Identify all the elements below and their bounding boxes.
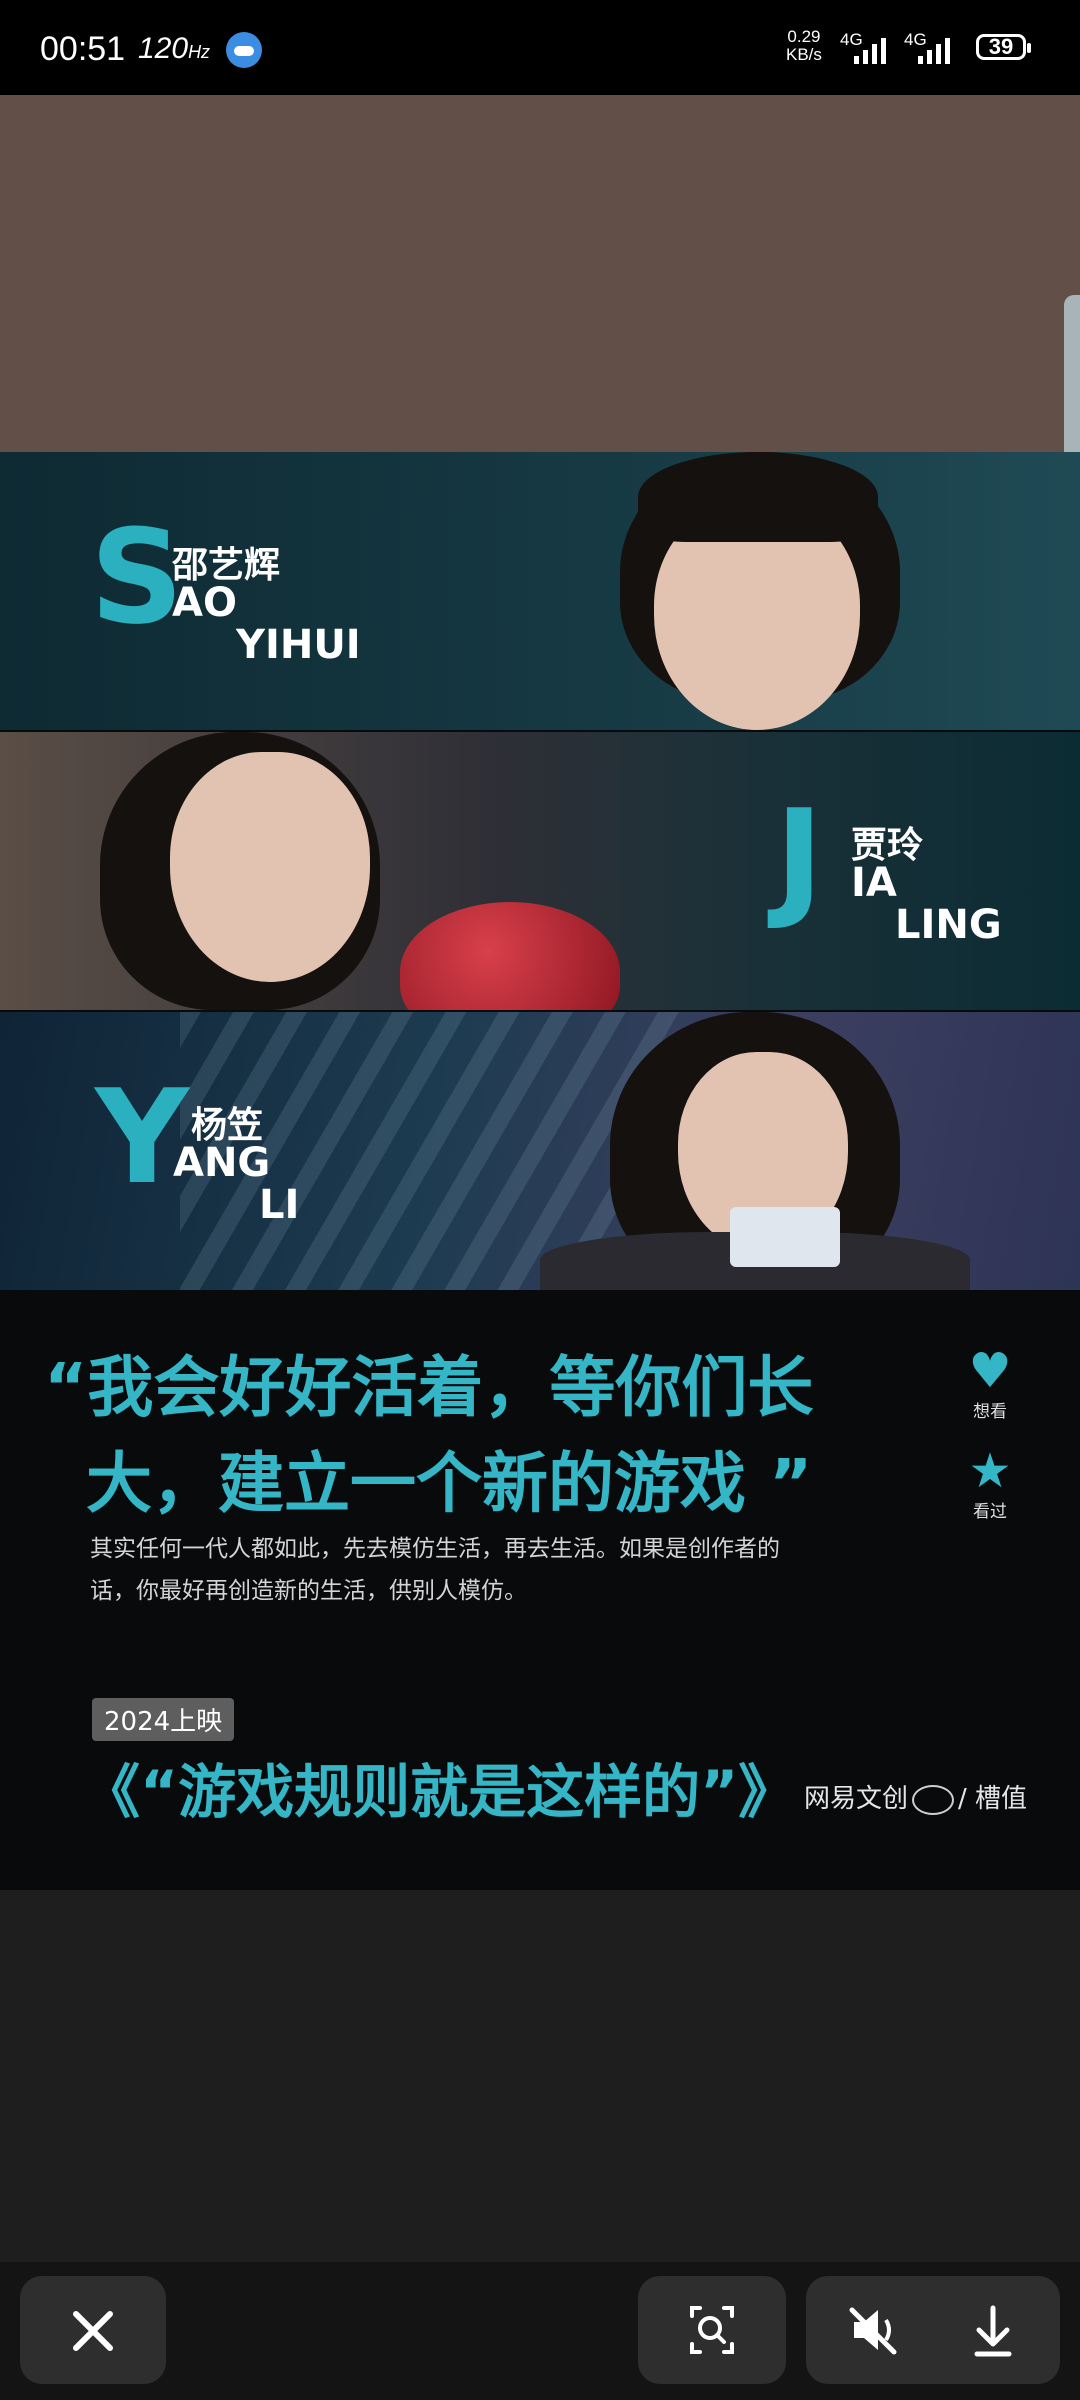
microphone	[730, 1207, 840, 1267]
battery-icon: 39	[976, 34, 1031, 60]
producer-logo: 网易文创 / 槽值	[804, 1778, 1027, 1815]
quote-line-2: 大，建立一个新的游戏 ”	[86, 1445, 813, 1522]
refresh-rate: 120Hz	[138, 32, 210, 66]
weather-cloud-icon	[226, 32, 262, 68]
name-line-1: IA	[851, 860, 897, 906]
movie-title: 《“游戏规则就是这样的”》	[82, 1758, 797, 1826]
netease-ring-icon	[912, 1784, 955, 1815]
poster-image: S 邵艺辉 AO YIHUI J 贾玲 IA LING Y 杨笠 ANG LI	[0, 452, 1080, 1890]
producer-left: 网易文创	[804, 1784, 909, 1814]
close-button[interactable]	[20, 2276, 166, 2384]
quote-description: 其实任何一代人都如此，先去模仿生活，再去生活。如果是创作者的 话，你最好再创造新…	[90, 1528, 890, 1612]
quote-line-1: “我会好好活着，等你们长	[44, 1349, 814, 1426]
watched-label: 看过	[973, 1502, 1007, 1522]
image-search-button[interactable]	[638, 2276, 786, 2384]
person-panel-3: Y 杨笠 ANG LI	[0, 1012, 1080, 1290]
watched-button[interactable]: ★ 看过	[960, 1445, 1020, 1522]
star-icon: ★	[968, 1443, 1012, 1499]
producer-separator: /	[958, 1784, 967, 1814]
network-speed-value: 0.29	[787, 27, 821, 46]
boxing-glove	[400, 902, 620, 1010]
name-line-1: ANG	[173, 1140, 271, 1186]
close-icon	[73, 2311, 113, 2351]
edge-panel-handle[interactable]	[1064, 295, 1080, 465]
release-badge: 2024上映	[92, 1698, 235, 1741]
download-icon[interactable]	[933, 2276, 1060, 2384]
quote-text: “我会好好活着，等你们长 大，建立一个新的游戏 ”	[44, 1340, 904, 1532]
person-panel-1: S 邵艺辉 AO YIHUI	[0, 452, 1080, 730]
image-search-icon	[690, 2306, 734, 2354]
network-speed-unit: KB/s	[786, 45, 822, 64]
signal-1-icon: 4G	[840, 30, 900, 64]
status-bar: 00:51 120Hz 0.29 KB/s 4G 4G 39	[0, 0, 1080, 95]
heart-icon: ♥	[968, 1343, 1012, 1399]
signal-2-icon: 4G	[904, 30, 964, 64]
refresh-rate-value: 120	[138, 32, 189, 65]
media-top-area	[0, 95, 1080, 452]
description-line-1: 其实任何一代人都如此，先去模仿生活，再去生活。如果是创作者的	[90, 1536, 780, 1562]
status-time: 00:51	[40, 30, 126, 68]
person-panel-2: J 贾玲 IA LING	[0, 732, 1080, 1010]
name-line-1: AO	[172, 580, 237, 626]
name-line-2: YIHUI	[236, 622, 361, 668]
battery-level: 39	[988, 34, 1014, 59]
name-line-2: LING	[895, 902, 1002, 948]
producer-right: 槽值	[975, 1784, 1028, 1814]
description-line-2: 话，你最好再创造新的生活，供别人模仿。	[90, 1578, 527, 1604]
name-line-2: LI	[259, 1182, 300, 1228]
refresh-rate-unit: Hz	[188, 42, 211, 62]
media-controls	[806, 2276, 1060, 2384]
network-speed: 0.29 KB/s	[786, 28, 822, 64]
speaker-muted-icon[interactable]	[806, 2276, 933, 2384]
name-initial: S	[90, 501, 184, 653]
want-to-watch-label: 想看	[973, 1402, 1007, 1422]
want-to-watch-button[interactable]: ♥ 想看	[960, 1345, 1020, 1422]
name-initial: J	[775, 781, 824, 933]
